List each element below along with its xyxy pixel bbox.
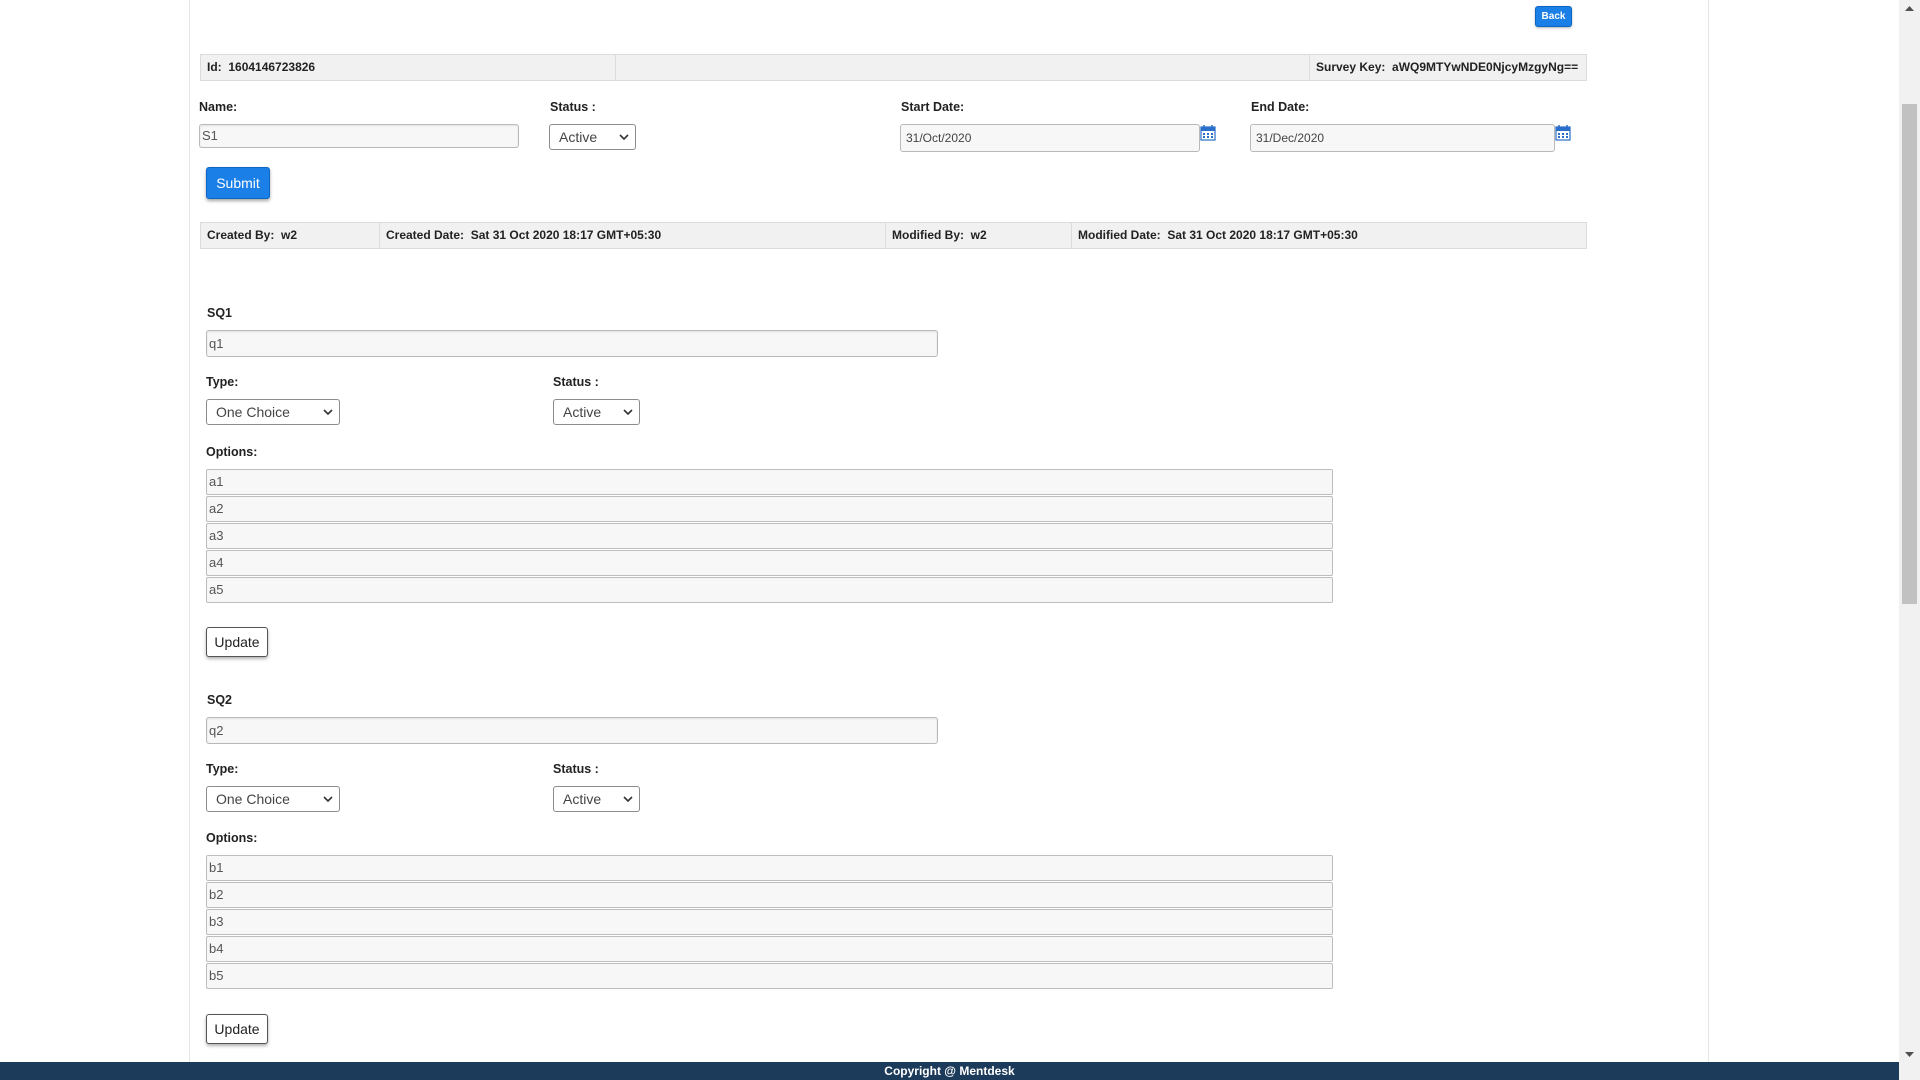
end-date-input[interactable]: 31/Dec/2020 [1250, 124, 1555, 152]
question-status-select[interactable]: Active [553, 786, 640, 812]
created-by-cell: Created By: w2 [201, 223, 380, 248]
update-button[interactable]: Update [206, 1014, 268, 1044]
question-type-value: One Choice [216, 791, 290, 807]
modified-date-value: Sat 31 Oct 2020 18:17 GMT+05:30 [1167, 228, 1358, 242]
start-date-input[interactable]: 31/Oct/2020 [900, 124, 1200, 152]
spacer-cell [616, 55, 1310, 80]
footer: Copyright @ Mentdesk [0, 1062, 1899, 1080]
option-input[interactable]: b5 [206, 963, 1333, 989]
survey-id-label: Id: [207, 60, 222, 74]
option-input[interactable]: b3 [206, 909, 1333, 935]
survey-status-value: Active [559, 129, 598, 145]
chevron-down-icon [619, 134, 629, 141]
scrollbar-thumb[interactable] [1902, 104, 1917, 604]
question-status-value: Active [563, 791, 602, 807]
survey-id-bar: Id: 1604146723826 Survey Key: aWQ9MTYwND… [200, 54, 1587, 81]
chevron-down-icon [623, 796, 633, 803]
survey-key-cell: Survey Key: aWQ9MTYwNDE0NjcyMzgyNg== [1310, 55, 1586, 80]
question-type-select[interactable]: One Choice [206, 399, 340, 425]
option-input[interactable]: b1 [206, 855, 1333, 881]
survey-status-select[interactable]: Active [549, 124, 636, 150]
question-status-value: Active [563, 404, 602, 420]
scroll-down-arrow-icon[interactable] [1899, 1046, 1920, 1063]
question-type-value: One Choice [216, 404, 290, 420]
back-button[interactable]: Back [1535, 6, 1572, 27]
modified-by-label: Modified By: [892, 228, 964, 242]
vertical-scrollbar[interactable] [1899, 0, 1920, 1080]
option-input[interactable]: a5 [206, 577, 1333, 603]
page-viewport: Back Id: 1604146723826 Survey Key: aWQ9M… [0, 0, 1899, 1062]
calendar-icon[interactable] [1555, 124, 1571, 142]
question-text-input[interactable]: q1 [206, 330, 938, 357]
question-type-label: Type: [206, 375, 239, 389]
end-date-label: End Date: [1251, 100, 1310, 114]
question-status-select[interactable]: Active [553, 399, 640, 425]
name-label: Name: [199, 100, 238, 114]
modified-by-cell: Modified By: w2 [886, 223, 1072, 248]
survey-name-input[interactable]: S1 [199, 124, 519, 148]
modified-by-value: w2 [970, 228, 987, 242]
created-by-value: w2 [281, 228, 298, 242]
update-button[interactable]: Update [206, 627, 268, 657]
options-label: Options: [206, 831, 258, 845]
question-text-input[interactable]: q2 [206, 717, 938, 744]
option-input[interactable]: b4 [206, 936, 1333, 962]
chevron-down-icon [323, 409, 333, 416]
option-input[interactable]: a2 [206, 496, 1333, 522]
question-status-label: Status : [553, 375, 599, 389]
audit-bar: Created By: w2 Created Date: Sat 31 Oct … [200, 222, 1587, 249]
chevron-down-icon [623, 409, 633, 416]
modified-date-cell: Modified Date: Sat 31 Oct 2020 18:17 GMT… [1072, 223, 1586, 248]
calendar-icon[interactable] [1200, 124, 1216, 142]
question-type-select[interactable]: One Choice [206, 786, 340, 812]
survey-id-value: 1604146723826 [228, 60, 316, 74]
created-date-label: Created Date: [386, 228, 465, 242]
question-heading: SQ1 [207, 306, 233, 320]
question-type-label: Type: [206, 762, 239, 776]
submit-button[interactable]: Submit [206, 167, 270, 199]
scroll-up-arrow-icon[interactable] [1899, 0, 1920, 17]
question-heading: SQ2 [207, 693, 233, 707]
option-input[interactable]: a3 [206, 523, 1333, 549]
options-label: Options: [206, 445, 258, 459]
survey-id-cell: Id: 1604146723826 [201, 55, 616, 80]
modified-date-label: Modified Date: [1078, 228, 1161, 242]
option-input[interactable]: a1 [206, 469, 1333, 495]
option-input[interactable]: b2 [206, 882, 1333, 908]
question-status-label: Status : [553, 762, 599, 776]
created-date-value: Sat 31 Oct 2020 18:17 GMT+05:30 [470, 228, 662, 242]
chevron-down-icon [323, 796, 333, 803]
created-by-label: Created By: [207, 228, 275, 242]
start-date-label: Start Date: [901, 100, 965, 114]
option-input[interactable]: a4 [206, 550, 1333, 576]
survey-key-label: Survey Key: [1316, 60, 1386, 74]
survey-status-label: Status : [550, 100, 596, 114]
survey-key-value: aWQ9MTYwNDE0NjcyMzgyNg== [1392, 60, 1579, 74]
created-date-cell: Created Date: Sat 31 Oct 2020 18:17 GMT+… [380, 223, 886, 248]
